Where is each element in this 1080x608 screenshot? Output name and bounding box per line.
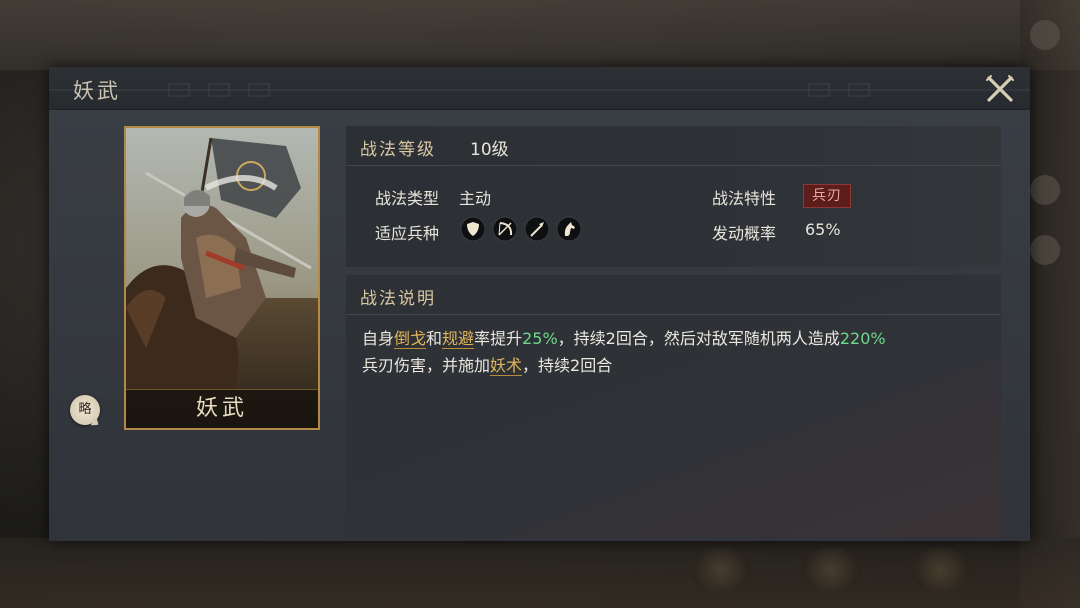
keyword-daoge-link[interactable]: 倒戈: [394, 329, 427, 349]
skill-type-label: 战法类型: [375, 189, 440, 208]
skill-trait-tag: 兵刃: [803, 184, 851, 208]
background-top-band: [0, 0, 1080, 70]
desc-value-green: 25%: [522, 329, 558, 348]
background-menu-icon: [1030, 175, 1060, 205]
trigger-rate-value: 65%: [805, 220, 841, 239]
card-skill-name: 妖武: [195, 396, 248, 421]
background-orb: [910, 548, 972, 592]
shield-icon: [460, 216, 486, 242]
skill-level-value: 10级: [470, 140, 509, 160]
skill-level-label: 战法等级: [360, 140, 436, 160]
description-heading: 战法说明: [360, 289, 436, 309]
desc-segment: ，持续2回合: [522, 356, 613, 375]
desc-segment: 自身: [362, 329, 395, 348]
header-ornament: [49, 83, 1030, 97]
keyword-yaoshu-link[interactable]: 妖术: [490, 356, 523, 376]
general-portrait: [126, 128, 318, 428]
background-orb: [690, 548, 752, 592]
keyword-guibi-link[interactable]: 规避: [442, 329, 475, 349]
close-button[interactable]: [984, 73, 1016, 105]
skill-description-panel: 战法说明 自身倒戈和规避率提升25%，持续2回合，然后对敌军随机两人造成220%…: [346, 275, 1001, 537]
dialog-header: 妖武: [49, 67, 1030, 110]
skill-trait-label: 战法特性: [712, 189, 777, 208]
skill-dialog: 妖武 妖武 略 战法等级 10级 战法类型 主动 适应兵种 战法特性 兵刃 发动…: [49, 67, 1030, 541]
description-text: 自身倒戈和规避率提升25%，持续2回合，然后对敌军随机两人造成220% 兵刃伤害，…: [362, 325, 982, 379]
bow-icon: [492, 216, 518, 242]
dialog-title: 妖武: [73, 79, 121, 103]
background-orb: [800, 548, 862, 592]
background-menu-icon: [1030, 20, 1060, 50]
trigger-rate-label: 发动概率: [712, 224, 777, 243]
spear-icon: [524, 216, 550, 242]
skill-level-row: 战法等级 10级: [346, 126, 1001, 166]
skill-stats-panel: 战法等级 10级: [346, 126, 1001, 267]
desc-segment: 兵刃伤害，并施加: [362, 356, 491, 375]
background-menu-icon: [1030, 235, 1060, 265]
description-header: 战法说明: [346, 275, 1001, 315]
horse-icon: [556, 216, 582, 242]
unit-types-label: 适应兵种: [375, 224, 440, 243]
card-nameplate: 妖武: [126, 389, 318, 428]
skill-card: 妖武: [124, 126, 320, 430]
desc-segment: ，持续2回合，然后对敌军随机两人造成: [557, 329, 840, 348]
desc-segment: 和: [426, 329, 443, 348]
skill-type-value: 主动: [459, 189, 492, 208]
close-icon[interactable]: [984, 73, 1016, 105]
desc-segment: 率提升: [474, 329, 523, 348]
desc-value-green: 220%: [839, 329, 886, 348]
